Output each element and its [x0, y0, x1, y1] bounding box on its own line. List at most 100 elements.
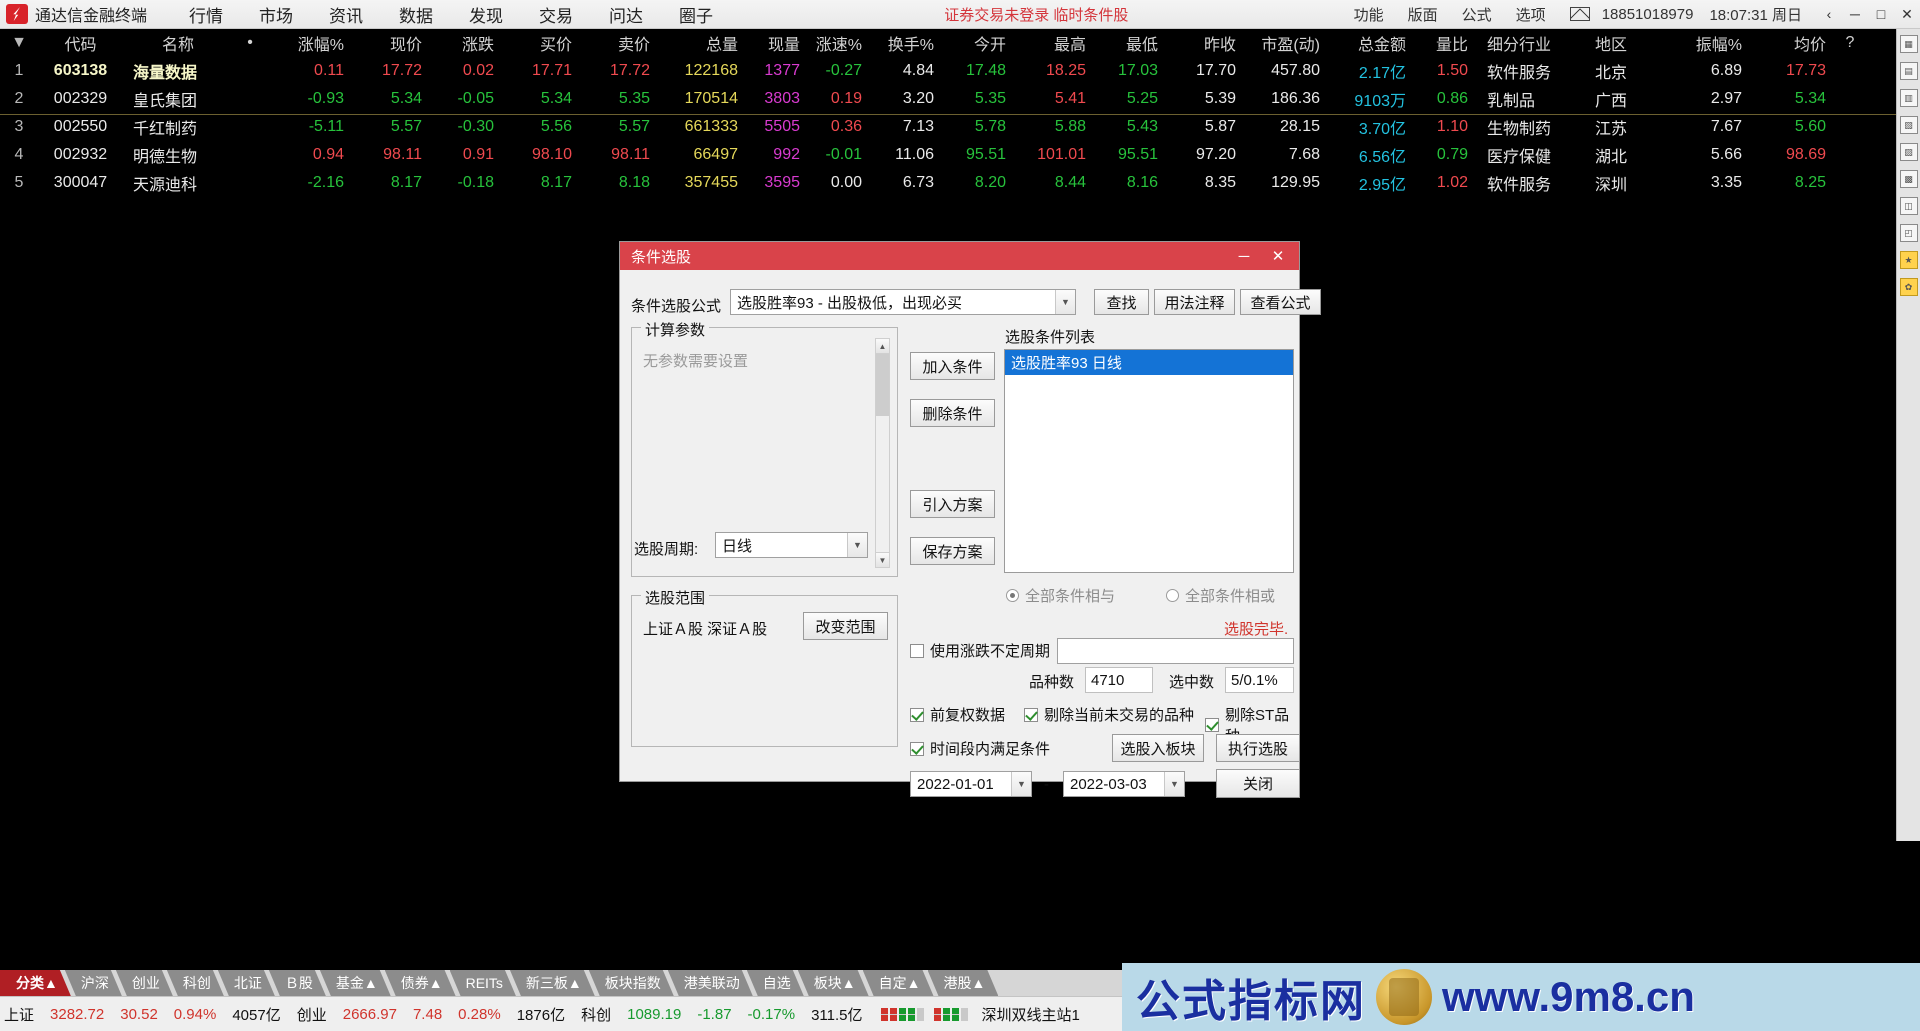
prev-window-button[interactable]: ‹ [1816, 4, 1842, 24]
col-now-volume[interactable]: 现量 [747, 31, 809, 55]
tab-jijin[interactable]: 基金▲ [320, 970, 391, 996]
tab-bgu[interactable]: Ｂ股 [269, 970, 326, 996]
view-formula-button[interactable]: 查看公式 [1240, 289, 1321, 315]
radio-and-icon[interactable] [1006, 589, 1019, 602]
menu-item-zixun[interactable]: 资讯 [311, 2, 381, 27]
table-row[interactable]: 3 002550 千红制药 -5.11 5.57 -0.30 5.56 5.57… [0, 113, 1896, 141]
col-pe[interactable]: 市盈(动) [1245, 31, 1329, 55]
col-sort-icon[interactable]: ▼ [0, 34, 38, 52]
rail-icon-2[interactable]: ▤ [1899, 62, 1918, 80]
menu-item-shichang[interactable]: 市场 [241, 2, 311, 27]
col-speed[interactable]: 涨速% [809, 31, 871, 55]
tab-gangmei-liandong[interactable]: 港美联动 [668, 970, 753, 996]
col-code[interactable]: 代码 [38, 31, 123, 55]
param-scrollbar[interactable]: ▲ ▼ [875, 338, 890, 568]
tab-beizheng[interactable]: 北证 [218, 970, 275, 996]
minimize-button[interactable]: ─ [1842, 4, 1868, 24]
period-condition-row[interactable]: 时间段内满足条件 [910, 738, 1050, 759]
tab-chuangye[interactable]: 创业 [116, 970, 173, 996]
date-to-combo[interactable]: 2022-03-03 ▼ [1063, 771, 1185, 797]
col-low[interactable]: 最低 [1095, 31, 1167, 55]
rail-icon-5[interactable]: ▨ [1899, 143, 1918, 161]
import-plan-button[interactable]: 引入方案 [910, 490, 995, 518]
list-item[interactable]: 选股胜率93 日线 [1005, 350, 1293, 375]
scroll-down-icon[interactable]: ▼ [876, 552, 889, 567]
find-button[interactable]: 查找 [1094, 289, 1149, 315]
execute-pick-button[interactable]: 执行选股 [1216, 734, 1300, 762]
period-condition-checkbox[interactable] [910, 741, 924, 756]
col-bid[interactable]: 买价 [503, 31, 581, 55]
rail-icon-8[interactable]: ◰ [1899, 224, 1918, 242]
rail-icon-4[interactable]: ▧ [1899, 116, 1918, 134]
menu-item-jiaoyi[interactable]: 交易 [521, 2, 591, 27]
rail-icon-6[interactable]: ▩ [1899, 170, 1918, 188]
use-updown-cycle-row[interactable]: 使用涨跌不定周期 [910, 640, 1050, 661]
menu-item-shuju[interactable]: 数据 [381, 2, 451, 27]
col-high[interactable]: 最高 [1015, 31, 1095, 55]
tab-zhaiquan[interactable]: 债券▲ [385, 970, 456, 996]
menu-item-banmian[interactable]: 版面 [1396, 4, 1450, 25]
menu-item-xuanxiang[interactable]: 选项 [1504, 4, 1558, 25]
col-prev-close[interactable]: 昨收 [1167, 31, 1245, 55]
dialog-title-bar[interactable]: 条件选股 ─ ✕ [620, 242, 1299, 270]
col-volume[interactable]: 总量 [659, 31, 747, 55]
tab-ganggu[interactable]: 港股▲ [928, 970, 999, 996]
tab-bankuai-zhishu[interactable]: 板块指数 [589, 970, 674, 996]
save-plan-button[interactable]: 保存方案 [910, 537, 995, 565]
col-help-icon[interactable]: ? [1835, 34, 1865, 52]
col-change-pct[interactable]: 涨幅% [267, 31, 353, 55]
table-row[interactable]: 1 603138 海量数据 0.11 17.72 0.02 17.71 17.7… [0, 57, 1896, 85]
cycle-combo[interactable]: 日线 ▼ [715, 532, 868, 558]
tab-hushen[interactable]: 沪深 [65, 970, 122, 996]
delete-condition-button[interactable]: 删除条件 [910, 399, 995, 427]
date-from-combo[interactable]: 2022-01-01 ▼ [910, 771, 1032, 797]
rail-icon-flower[interactable]: ✿ [1899, 278, 1918, 296]
mail-icon[interactable] [1569, 7, 1590, 21]
tab-xinsanban[interactable]: 新三板▲ [510, 970, 595, 996]
rail-icon-3[interactable]: ▥ [1899, 89, 1918, 107]
formula-combo[interactable]: 选股胜率93 - 出股极低，出现必买 ▼ [730, 289, 1076, 315]
radio-all-and[interactable]: 全部条件相与 [1006, 585, 1115, 606]
menu-item-gongneng[interactable]: 功能 [1342, 4, 1396, 25]
tab-zixuan[interactable]: 自选 [747, 970, 804, 996]
dialog-minimize-icon[interactable]: ─ [1227, 243, 1261, 269]
exclude-untraded-row[interactable]: 剔除当前未交易的品种 [1024, 704, 1194, 725]
forward-adjust-row[interactable]: 前复权数据 [910, 704, 1005, 725]
table-row[interactable]: 5 300047 天源迪科 -2.16 8.17 -0.18 8.17 8.18… [0, 169, 1896, 197]
chevron-down-icon[interactable]: ▼ [847, 533, 867, 557]
rail-icon-7[interactable]: ◫ [1899, 197, 1918, 215]
dialog-close-icon[interactable]: ✕ [1261, 243, 1295, 269]
col-industry[interactable]: 细分行业 [1477, 31, 1585, 55]
col-price[interactable]: 现价 [353, 31, 431, 55]
col-ask[interactable]: 卖价 [581, 31, 659, 55]
chevron-down-icon[interactable]: ▼ [1055, 290, 1075, 314]
change-range-button[interactable]: 改变范围 [803, 612, 888, 640]
menu-item-faxian[interactable]: 发现 [451, 2, 521, 27]
add-to-block-button[interactable]: 选股入板块 [1112, 734, 1204, 762]
maximize-button[interactable]: □ [1868, 4, 1894, 24]
menu-item-hangqing[interactable]: 行情 [171, 2, 241, 27]
tab-kechuang[interactable]: 科创 [167, 970, 224, 996]
table-row[interactable]: 4 002932 明德生物 0.94 98.11 0.91 98.10 98.1… [0, 141, 1896, 169]
menu-item-wenda[interactable]: 问达 [591, 2, 661, 27]
right-toolbar-rail[interactable]: ▦ ▤ ▥ ▧ ▨ ▩ ◫ ◰ ★ ✿ [1896, 29, 1920, 841]
col-avg-price[interactable]: 均价 [1751, 31, 1835, 55]
col-vol-ratio[interactable]: 量比 [1415, 31, 1477, 55]
forward-adjust-checkbox[interactable] [910, 707, 924, 722]
close-dialog-button[interactable]: 关闭 [1216, 769, 1300, 798]
col-turnover[interactable]: 换手% [871, 31, 943, 55]
radio-all-or[interactable]: 全部条件相或 [1166, 585, 1275, 606]
col-amplitude[interactable]: 振幅% [1671, 31, 1751, 55]
scroll-up-icon[interactable]: ▲ [876, 339, 889, 354]
col-amount[interactable]: 总金额 [1329, 31, 1415, 55]
rail-icon-star[interactable]: ★ [1899, 251, 1918, 269]
exclude-untraded-checkbox[interactable] [1024, 707, 1038, 722]
usage-note-button[interactable]: 用法注释 [1154, 289, 1235, 315]
col-name[interactable]: 名称 [123, 31, 233, 55]
quote-table[interactable]: ▼ 代码 名称 • 涨幅% 现价 涨跌 买价 卖价 总量 现量 涨速% 换手% … [0, 29, 1896, 198]
close-button[interactable]: ✕ [1894, 4, 1920, 24]
condition-stock-picker-dialog[interactable]: 条件选股 ─ ✕ 条件选股公式 选股胜率93 - 出股极低，出现必买 ▼ 查找 … [619, 241, 1321, 798]
col-open[interactable]: 今开 [943, 31, 1015, 55]
col-dot[interactable]: • [233, 34, 267, 52]
rail-icon-1[interactable]: ▦ [1899, 35, 1918, 53]
